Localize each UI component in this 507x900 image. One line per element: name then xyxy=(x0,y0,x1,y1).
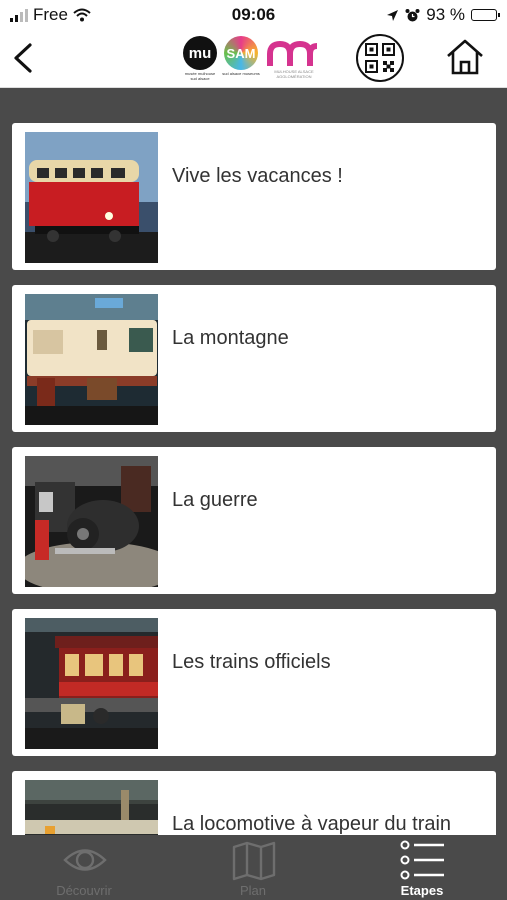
stage-title: La locomotive à vapeur du train impérial xyxy=(172,813,452,835)
home-button[interactable] xyxy=(445,37,485,77)
stage-card[interactable]: La guerre xyxy=(12,447,496,594)
logo-mu: mu musée mulhouse sud alsace xyxy=(182,36,218,81)
tab-label: Plan xyxy=(239,883,267,898)
mu-logo-badge: mu xyxy=(183,36,217,70)
stage-thumbnail xyxy=(25,132,158,263)
tab-etapes[interactable]: Etapes xyxy=(372,835,472,900)
status-bar: Free 09:06 93 % xyxy=(0,0,507,30)
location-arrow-icon xyxy=(387,9,399,21)
logo-m2a: MULHOUSE ALSACE AGGLOMÉRATION xyxy=(264,38,324,79)
battery-icon xyxy=(471,9,500,21)
stage-card[interactable]: Vive les vacances ! xyxy=(12,123,496,270)
qr-code-icon xyxy=(365,43,395,73)
m2a-logo-caption: MULHOUSE ALSACE AGGLOMÉRATION xyxy=(274,69,314,79)
stage-title: Vive les vacances ! xyxy=(172,165,343,187)
battery-percent: 93 % xyxy=(426,5,465,24)
list-icon xyxy=(400,840,444,880)
stage-card[interactable]: Les trains officiels xyxy=(12,609,496,756)
stage-title: La montagne xyxy=(172,327,289,349)
m2a-logo-mark xyxy=(267,40,318,66)
header: mu musée mulhouse sud alsace SAM sud als… xyxy=(0,30,507,88)
stage-title: La guerre xyxy=(172,489,258,511)
stage-thumbnail xyxy=(25,618,158,749)
tab-label: Découvrir xyxy=(56,883,112,898)
stage-thumbnail xyxy=(25,456,158,587)
stage-title: Les trains officiels xyxy=(172,651,331,673)
logo-sam: SAM sud alsace museums xyxy=(222,36,260,81)
sam-logo-caption: sud alsace museums xyxy=(222,71,260,76)
stage-card[interactable]: La montagne xyxy=(12,285,496,432)
sam-logo-badge: SAM xyxy=(224,36,258,70)
tab-bar: Découvrir Plan Etapes xyxy=(0,835,507,900)
stage-thumbnail xyxy=(25,780,158,835)
back-button[interactable] xyxy=(10,40,36,76)
status-right: 93 % xyxy=(386,5,500,25)
mu-logo-caption: musée mulhouse sud alsace xyxy=(184,71,216,81)
tab-label: Etapes xyxy=(400,883,444,898)
map-icon xyxy=(232,841,276,881)
eye-icon xyxy=(63,849,107,871)
partner-logos: mu musée mulhouse sud alsace SAM sud als… xyxy=(182,36,324,81)
tab-decouvrir[interactable]: Découvrir xyxy=(34,835,134,900)
qr-scan-button[interactable] xyxy=(356,34,404,82)
tab-plan[interactable]: Plan xyxy=(203,835,303,900)
stage-thumbnail xyxy=(25,294,158,425)
stage-card[interactable]: La locomotive à vapeur du train impérial xyxy=(12,771,496,835)
stage-list[interactable]: Vive les vacances ! La montagne La guerr… xyxy=(0,88,507,835)
alarm-icon xyxy=(405,8,420,21)
